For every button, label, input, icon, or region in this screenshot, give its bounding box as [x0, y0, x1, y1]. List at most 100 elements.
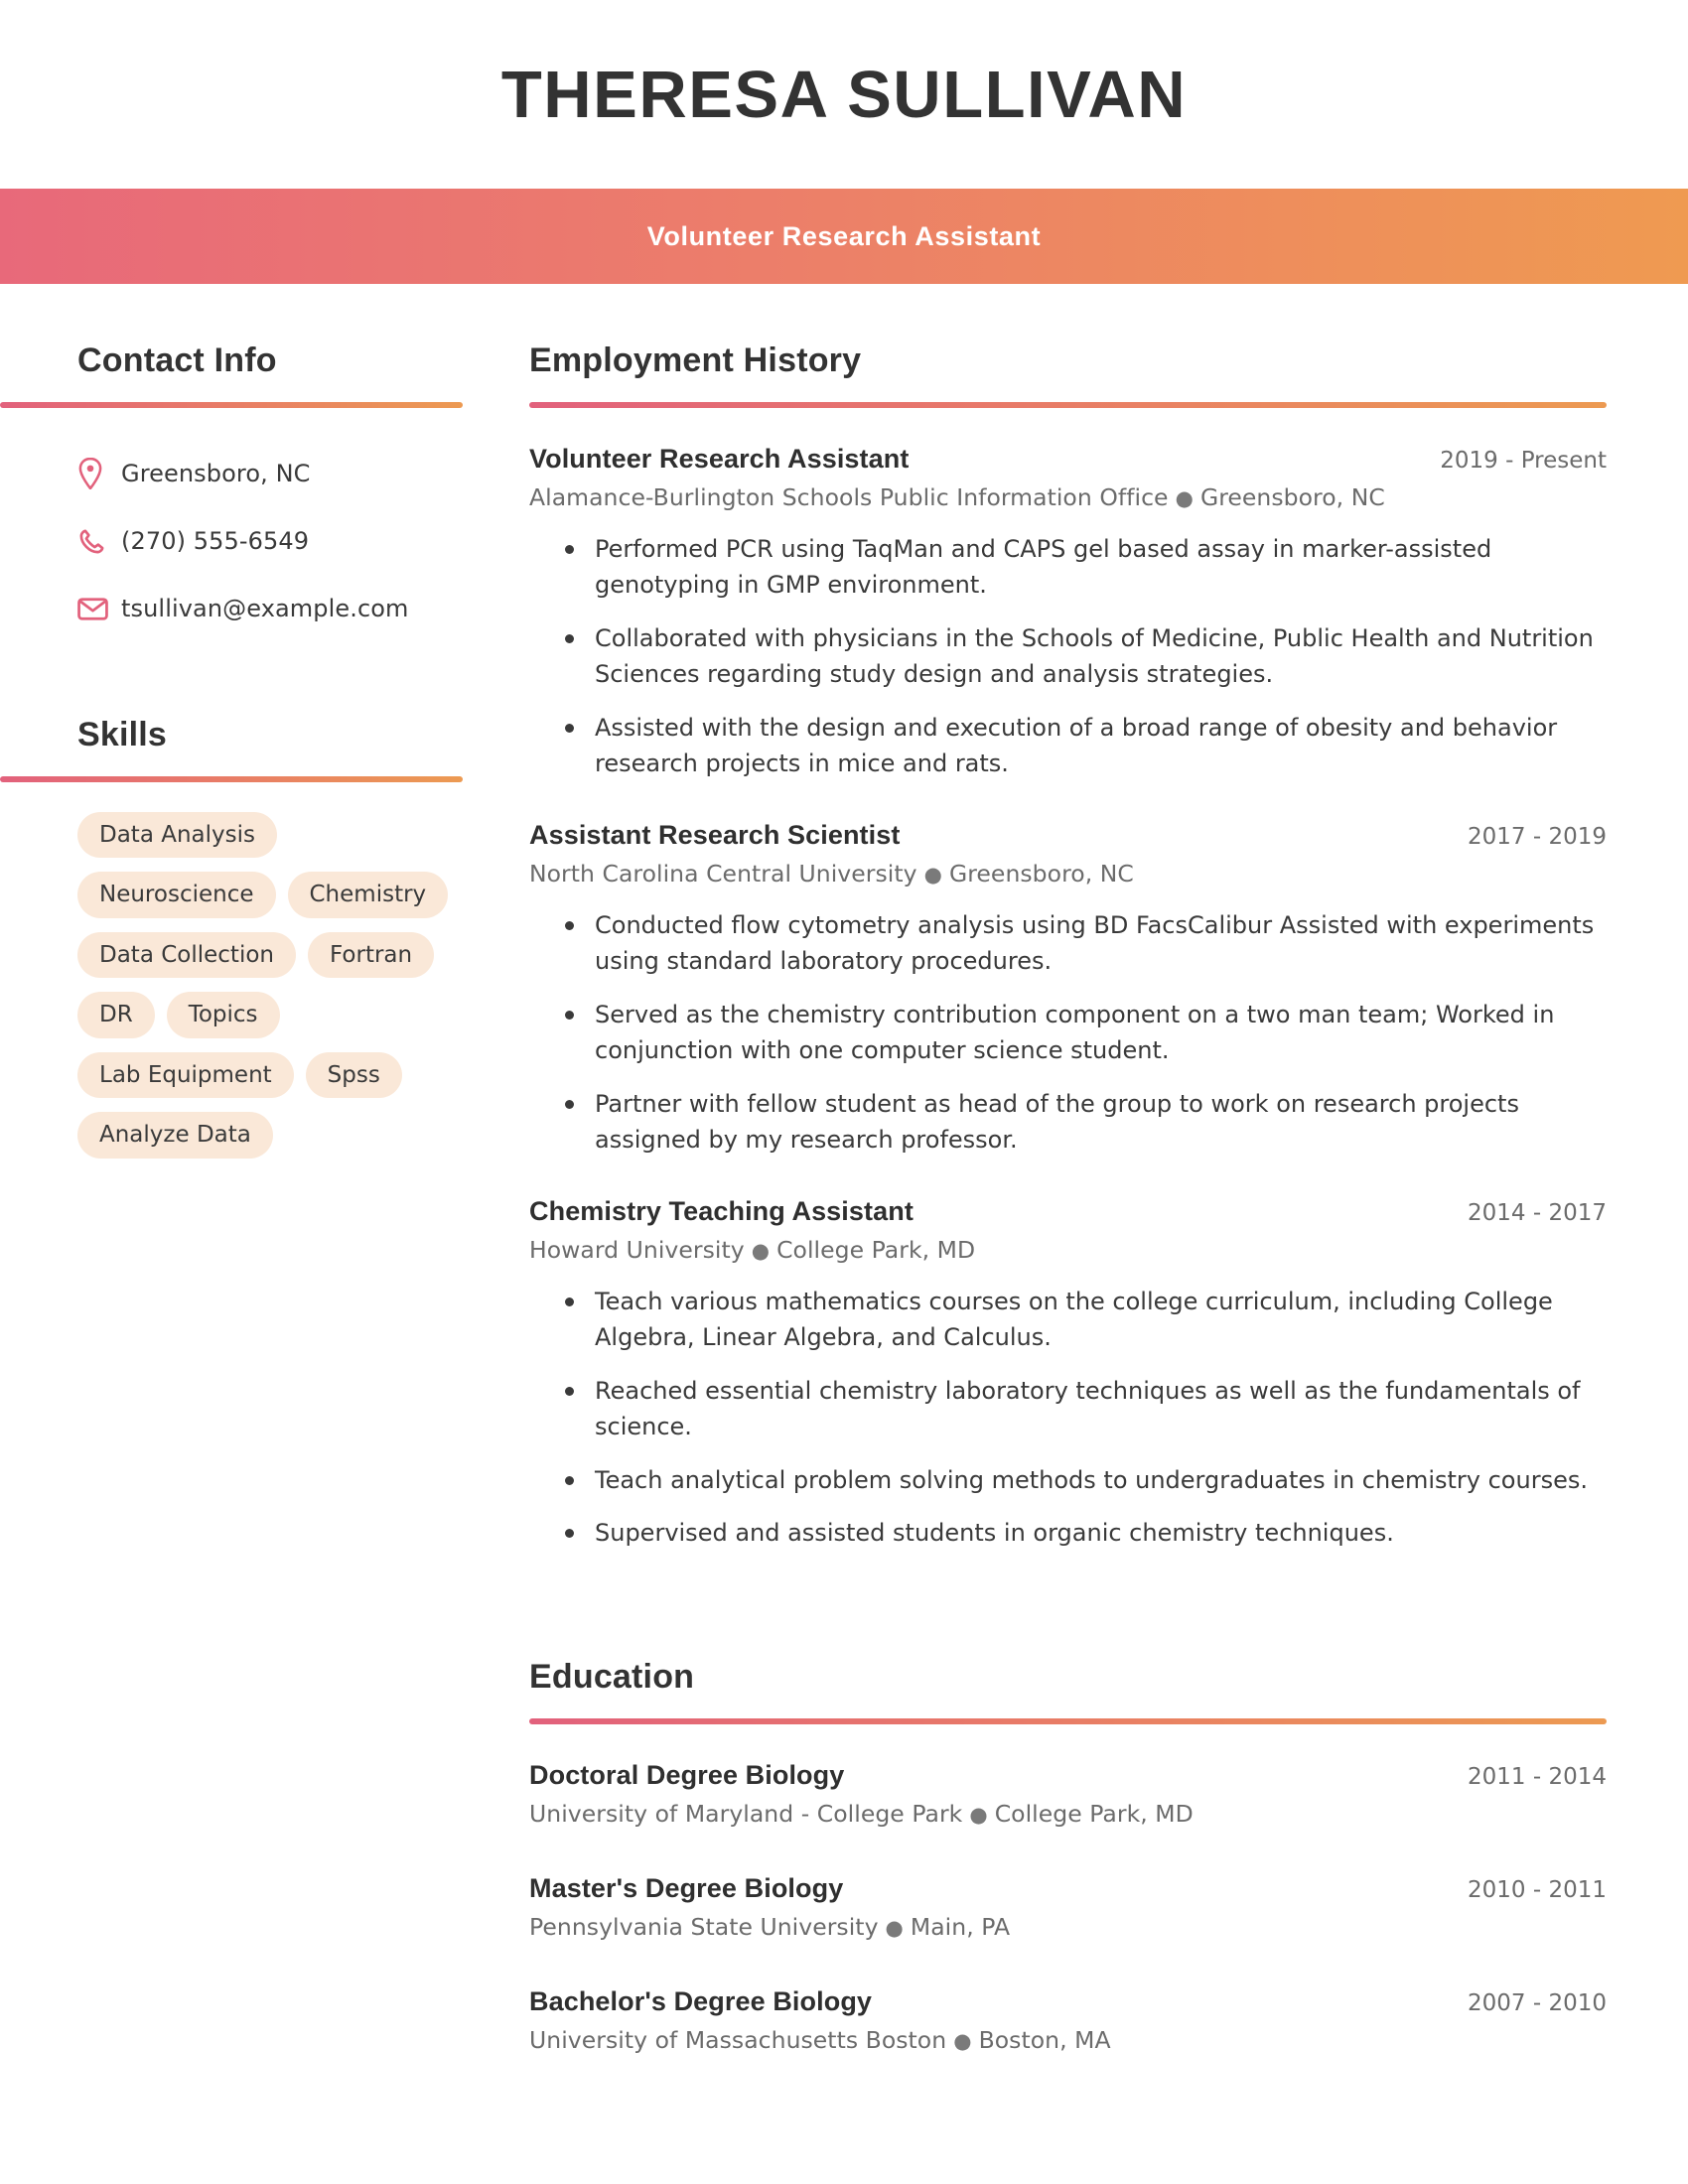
bullet-item: Teach analytical problem solving methods…: [565, 1462, 1607, 1498]
skill-pill-list: Data Analysis Neuroscience Chemistry Dat…: [0, 812, 475, 1159]
bullet-item: Served as the chemistry contribution com…: [565, 997, 1607, 1069]
employment-entry-company: Howard University: [529, 1235, 745, 1264]
contact-list: Greensboro, NC (270) 555-6549 tsullivan@…: [0, 440, 463, 642]
education-entry-location: Boston, MA: [978, 2026, 1111, 2055]
skills-divider: [0, 776, 463, 782]
candidate-job-title: Volunteer Research Assistant: [646, 220, 1042, 251]
contact-email-value: tsullivan@example.com: [121, 595, 409, 622]
education-entry-degree: Master's Degree Biology: [529, 1873, 844, 1904]
employment-entry-header: Volunteer Research Assistant 2019 - Pres…: [529, 444, 1607, 475]
employment-entry: Volunteer Research Assistant 2019 - Pres…: [529, 444, 1607, 782]
envelope-icon: [77, 597, 121, 621]
education-entry-subtitle: University of Maryland - College Park ● Co…: [529, 1800, 1607, 1828]
resume-page: THERESA SULLIVAN Volunteer Research Assi…: [0, 0, 1688, 2184]
bullet-item: Assisted with the design and execution o…: [565, 710, 1607, 782]
separator-dot: ●: [751, 1238, 771, 1263]
employment-entry-subtitle: Howard University ● College Park, MD: [529, 1236, 1607, 1264]
employment-entry-dates: 2019 - Present: [1440, 448, 1607, 474]
education-entry-school: University of Maryland - College Park: [529, 1800, 963, 1829]
phone-icon: [77, 527, 121, 556]
skill-pill[interactable]: Fortran: [308, 931, 435, 979]
candidate-name: THERESA SULLIVAN: [500, 57, 1188, 132]
education-heading: Education: [529, 1658, 695, 1697]
contact-item-location[interactable]: Greensboro, NC: [77, 440, 463, 507]
location-pin-icon: [77, 458, 121, 489]
education-entry-degree: Bachelor's Degree Biology: [529, 1986, 873, 2017]
education-divider: [529, 1718, 1607, 1725]
education-entry-dates: 2007 - 2010: [1468, 1990, 1607, 2017]
employment-entry-company: North Carolina Central University: [529, 859, 917, 887]
skill-pill[interactable]: Lab Equipment: [77, 1051, 294, 1099]
employment-entry-location: College Park, MD: [776, 1235, 976, 1264]
education-entry-header: Doctoral Degree Biology 2011 - 2014: [529, 1760, 1607, 1791]
skill-pill[interactable]: Neuroscience: [77, 872, 276, 918]
bullet-item: Performed PCR using TaqMan and CAPS gel …: [565, 531, 1607, 604]
employment-entry-company: Alamance-Burlington Schools Public Infor…: [529, 483, 1169, 511]
skill-pill[interactable]: Analyze Data: [77, 1112, 273, 1159]
skills-section: Skills Data Analysis Neuroscience Chemis…: [0, 716, 463, 1159]
bullet-item: Conducted flow cytometry analysis using …: [565, 907, 1607, 980]
contact-item-phone[interactable]: (270) 555-6549: [77, 507, 463, 575]
skill-pill[interactable]: Topics: [166, 992, 280, 1038]
employment-entry-location: Greensboro, NC: [1199, 483, 1385, 511]
education-entry: Doctoral Degree Biology 2011 - 2014 Univ…: [529, 1760, 1607, 1828]
education-entry-dates: 2010 - 2011: [1468, 1877, 1607, 1904]
employment-entry-header: Assistant Research Scientist 2017 - 2019: [529, 820, 1607, 851]
employment-entry-title: Volunteer Research Assistant: [529, 444, 910, 474]
main-column: Employment History Volunteer Research As…: [463, 341, 1688, 2054]
education-entry-location: Main, PA: [910, 1913, 1011, 1942]
contact-item-email[interactable]: tsullivan@example.com: [77, 575, 463, 642]
bullet-item: Supervised and assisted students in orga…: [565, 1515, 1607, 1551]
employment-entry-location: Greensboro, NC: [948, 859, 1134, 887]
separator-dot: ●: [969, 1803, 988, 1828]
education-entry: Bachelor's Degree Biology 2007 - 2010 Un…: [529, 1986, 1607, 2054]
contact-location-value: Greensboro, NC: [121, 460, 311, 487]
employment-entry-dates: 2014 - 2017: [1468, 1199, 1607, 1226]
separator-dot: ●: [885, 1916, 904, 1941]
skill-pill[interactable]: Spss: [305, 1051, 402, 1099]
skill-pill[interactable]: Chemistry: [287, 872, 449, 918]
skills-heading: Skills: [77, 716, 168, 753]
employment-entry: Chemistry Teaching Assistant 2014 - 2017…: [529, 1196, 1607, 1552]
job-title-band: Volunteer Research Assistant: [0, 189, 1688, 284]
sidebar: Contact Info Greensboro, NC (270) 555-65…: [0, 341, 463, 1159]
education-entry-location: College Park, MD: [994, 1800, 1194, 1829]
bullet-item: Collaborated with physicians in the Scho…: [565, 620, 1607, 693]
employment-entry-header: Chemistry Teaching Assistant 2014 - 2017: [529, 1196, 1607, 1227]
contact-info-section: Contact Info Greensboro, NC (270) 555-65…: [0, 341, 463, 642]
employment-entry-subtitle: North Carolina Central University ● Greens…: [529, 860, 1607, 887]
education-entry-dates: 2011 - 2014: [1468, 1764, 1607, 1791]
separator-dot: ●: [923, 862, 942, 887]
employment-entry-subtitle: Alamance-Burlington Schools Public Infor…: [529, 483, 1607, 511]
bullet-item: Partner with fellow student as head of t…: [565, 1086, 1607, 1159]
education-entry-school: University of Massachusetts Boston: [529, 2026, 947, 2055]
bullet-item: Reached essential chemistry laboratory t…: [565, 1373, 1607, 1445]
employment-entry-title: Chemistry Teaching Assistant: [529, 1195, 914, 1226]
skill-pill[interactable]: DR: [77, 992, 155, 1038]
employment-history-section: Employment History Volunteer Research As…: [529, 341, 1607, 1551]
employment-history-heading: Employment History: [529, 341, 862, 379]
skill-pill[interactable]: Data Collection: [77, 931, 296, 979]
education-section: Education Doctoral Degree Biology 2011 -…: [529, 1658, 1607, 2054]
resume-header: THERESA SULLIVAN: [0, 0, 1688, 189]
contact-phone-value: (270) 555-6549: [121, 527, 310, 555]
contact-info-heading: Contact Info: [77, 341, 277, 379]
contact-info-divider: [0, 402, 463, 408]
education-entry-header: Bachelor's Degree Biology 2007 - 2010: [529, 1986, 1607, 2017]
resume-body: Contact Info Greensboro, NC (270) 555-65…: [0, 284, 1688, 2054]
skill-pill[interactable]: Data Analysis: [77, 812, 277, 859]
education-entry-header: Master's Degree Biology 2010 - 2011: [529, 1873, 1607, 1904]
education-entry: Master's Degree Biology 2010 - 2011 Penn…: [529, 1873, 1607, 1941]
employment-entry-bullets: Performed PCR using TaqMan and CAPS gel …: [529, 531, 1607, 782]
separator-dot: ●: [1175, 486, 1194, 510]
employment-entry-title: Assistant Research Scientist: [529, 819, 901, 850]
education-entry-subtitle: University of Massachusetts Boston ● Bosto…: [529, 2026, 1607, 2054]
employment-entry-dates: 2017 - 2019: [1468, 823, 1607, 850]
bullet-item: Teach various mathematics courses on the…: [565, 1284, 1607, 1356]
employment-entry-bullets: Teach various mathematics courses on the…: [529, 1284, 1607, 1552]
education-entry-school: Pennsylvania State University: [529, 1913, 879, 1942]
education-entry-subtitle: Pennsylvania State University ● Main, PA: [529, 1913, 1607, 1941]
employment-entry-bullets: Conducted flow cytometry analysis using …: [529, 907, 1607, 1159]
education-entry-degree: Doctoral Degree Biology: [529, 1760, 845, 1791]
separator-dot: ●: [953, 2029, 972, 2054]
